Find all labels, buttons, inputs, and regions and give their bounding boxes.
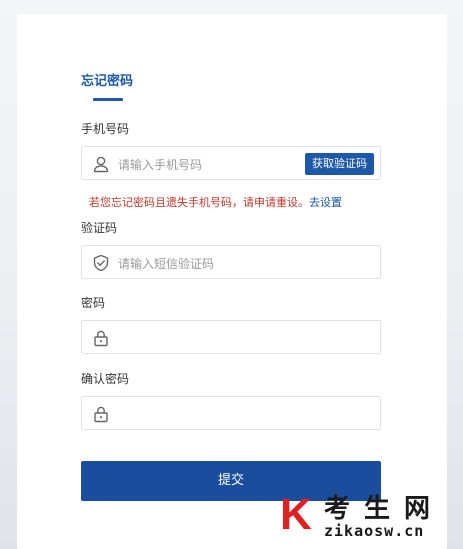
code-label: 验证码 [81, 221, 118, 235]
phone-placeholder: 请输入手机号码 [118, 158, 203, 172]
warning-text: 若您忘记密码且遗失手机号码，请申请重设。 [89, 196, 309, 209]
password-label: 密码 [81, 296, 106, 310]
watermark-url: zikaosw.cn [324, 522, 425, 540]
tab-forgot-password[interactable]: 忘记密码 [81, 70, 133, 89]
user-icon [92, 155, 110, 173]
confirm-password-label: 确认密码 [81, 372, 130, 386]
forgot-password-card: 忘记密码 手机号码 请输入手机号码 获取验证码 若您忘记密码且遗失手机号码，请申… [17, 14, 447, 549]
lock-icon [92, 329, 110, 347]
lock-icon [92, 405, 110, 423]
shield-check-icon [92, 254, 110, 272]
go-settings-link[interactable]: 去设置 [309, 196, 342, 209]
reset-warning: 若您忘记密码且遗失手机号码，请申请重设。去设置 [89, 194, 342, 210]
confirm-password-input[interactable] [81, 396, 381, 430]
phone-label: 手机号码 [81, 122, 130, 136]
watermark-k-letter: K [280, 490, 312, 539]
phone-input[interactable]: 请输入手机号码 获取验证码 [81, 146, 381, 180]
code-input[interactable]: 请输入短信验证码 [81, 245, 381, 279]
password-input[interactable] [81, 320, 381, 354]
get-code-button[interactable]: 获取验证码 [305, 153, 374, 175]
site-watermark-logo: K 考生网 zikaosw.cn [280, 488, 455, 546]
code-placeholder: 请输入短信验证码 [118, 257, 215, 271]
watermark-chinese: 考生网 [324, 494, 445, 524]
tab-active-indicator [93, 98, 123, 101]
